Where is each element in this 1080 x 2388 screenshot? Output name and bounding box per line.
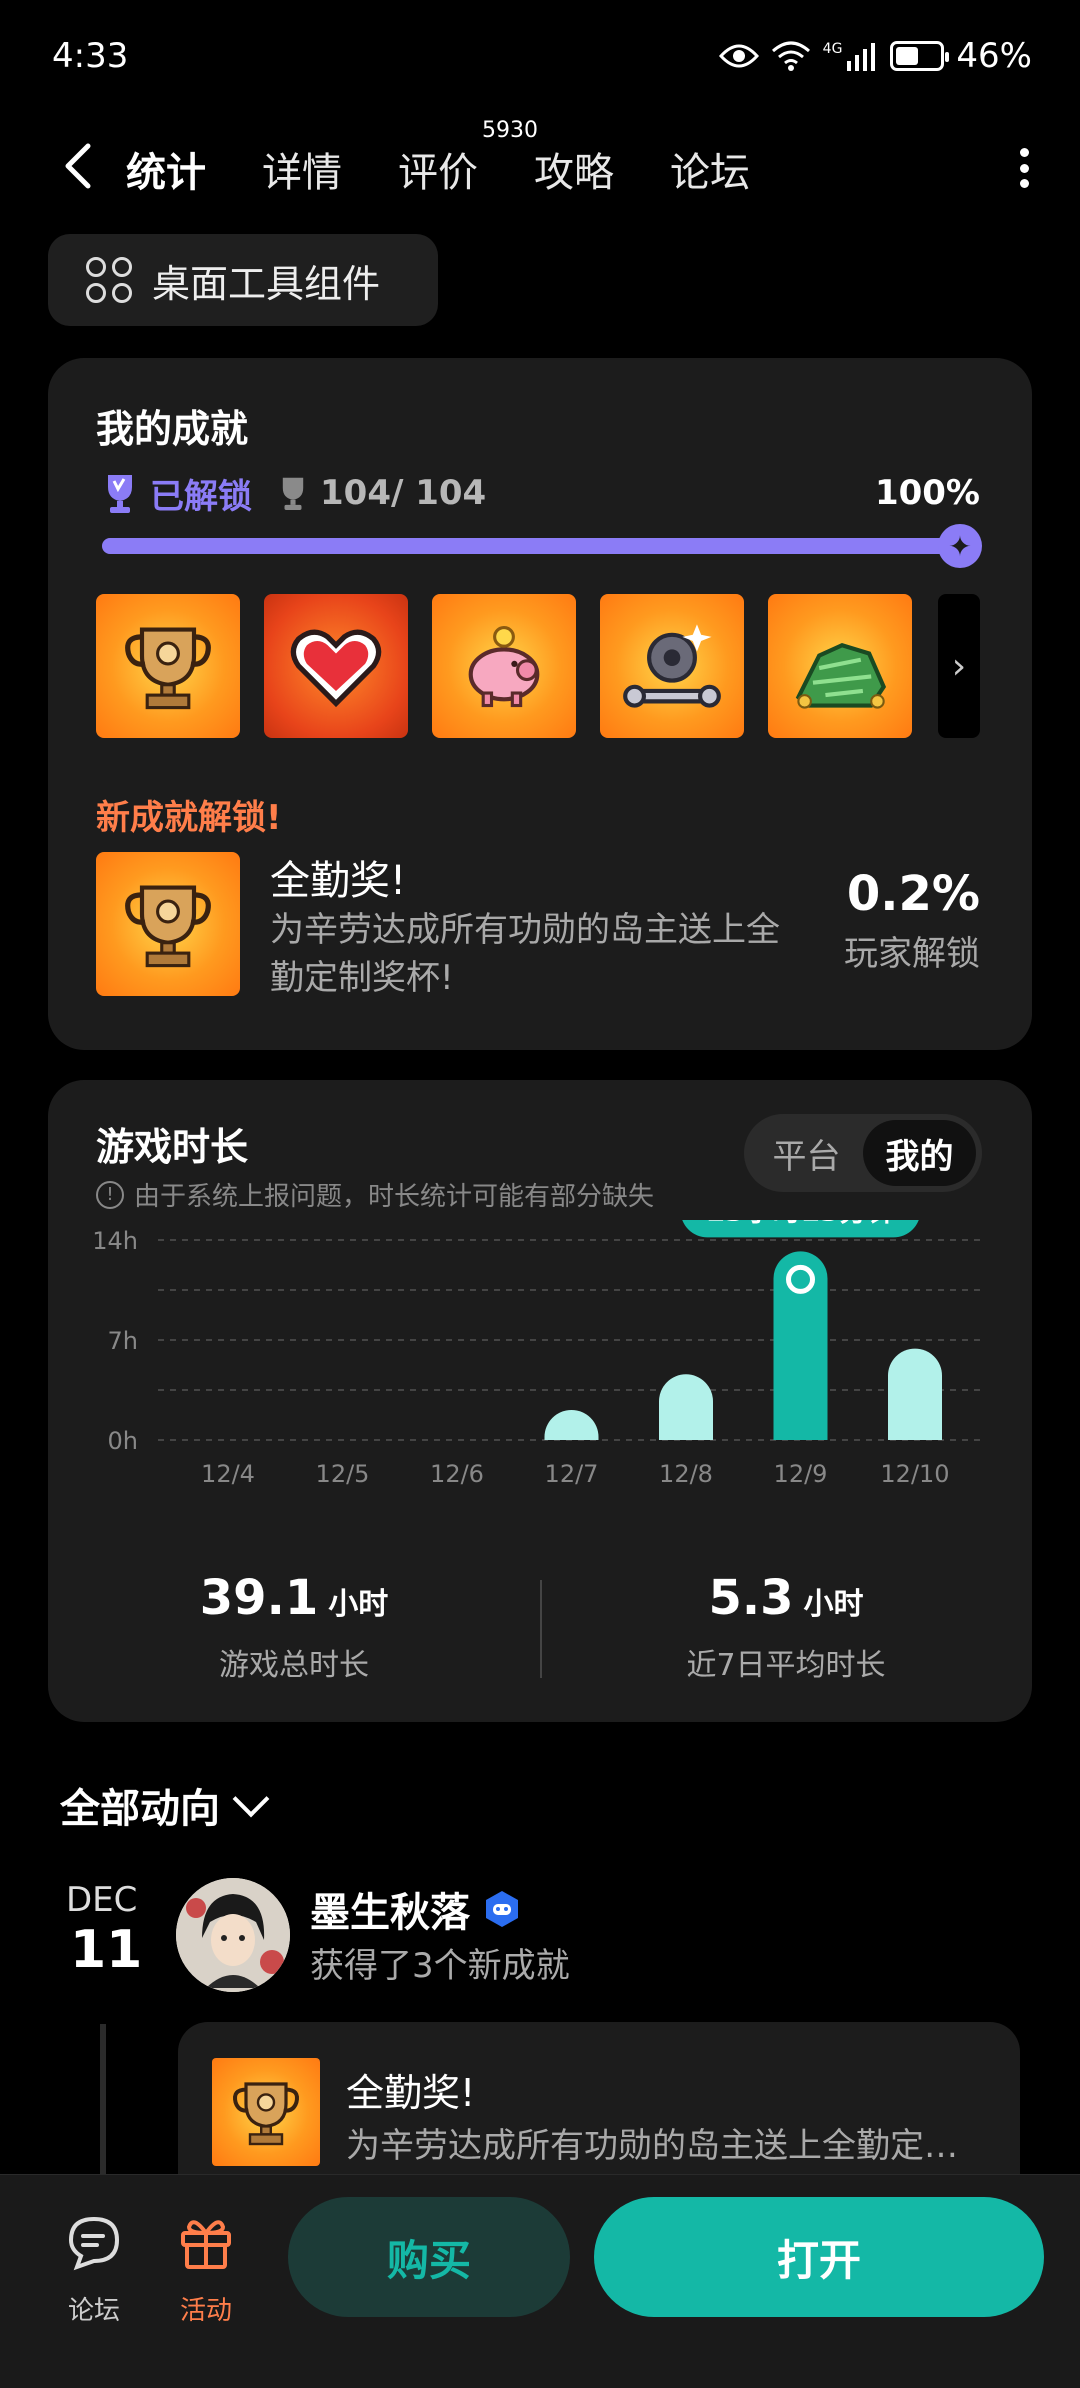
tab-guides[interactable]: 攻略 — [532, 130, 616, 208]
activity-filter[interactable]: 全部动向 — [60, 1776, 270, 1834]
chart-bar — [659, 1374, 713, 1440]
chart-bar — [544, 1410, 599, 1440]
desktop-widget-button[interactable]: 桌面工具组件 — [48, 234, 438, 326]
back-arrow-icon[interactable] — [52, 136, 112, 196]
open-button[interactable]: 打开 — [594, 2197, 1044, 2317]
playtime-title: 游戏时长 — [96, 1125, 249, 1169]
toggle-platform[interactable]: 平台 — [750, 1120, 863, 1186]
status-time: 4:33 — [52, 36, 129, 76]
trophy-icon[interactable] — [96, 594, 240, 738]
tab-forum[interactable]: 论坛 — [668, 130, 752, 208]
y-tick-label: 7h — [108, 1327, 138, 1355]
achievements-title: 我的成就 — [96, 407, 249, 451]
playtime-chart: 0h 7h 14h 12/4 12/5 12/6 12/7 12/8 13小时13分钟 12/9 1… — [92, 1220, 984, 1488]
x-tick-label: 12/6 — [430, 1460, 484, 1488]
chart-tooltip: 13小时13分钟 — [682, 1220, 919, 1238]
chevron-down-icon — [232, 1780, 270, 1818]
user-action: 获得了3个新成就 — [310, 1946, 570, 1986]
money-pile-icon[interactable] — [768, 594, 912, 738]
y-tick-label: 0h — [108, 1427, 138, 1455]
unlocked-trophy-icon — [108, 475, 132, 513]
chart-highlight-dot — [786, 1264, 815, 1294]
tab-stats[interactable]: 统计 — [122, 130, 210, 208]
feed-achievement-desc: 为辛劳达成所有功勋的岛主送上全勤定制奖杯! — [346, 2126, 986, 2166]
gift-icon — [181, 2220, 231, 2269]
new-achievement-name: 全勤奖! — [270, 858, 407, 904]
timeline-line — [100, 2024, 106, 2194]
piggy-bank-icon[interactable] — [432, 594, 576, 738]
x-tick-label: 12/7 — [545, 1460, 599, 1488]
chart-bar — [888, 1348, 942, 1440]
status-bar: 4:33 4G 46% — [0, 0, 1080, 118]
playtime-stats: 39.1 小时 游戏总时长 5.3 小时 近7日平均时长 — [48, 1570, 1032, 1690]
achievement-percent: 100% — [874, 473, 980, 513]
heart-icon[interactable] — [264, 594, 408, 738]
unlocked-label: 已解锁 — [150, 476, 252, 517]
top-nav: 统计 详情 评价 5930 攻略 论坛 — [0, 118, 1080, 218]
unlock-row: 已解锁 104/ 104 100% — [100, 468, 980, 518]
widget-label: 桌面工具组件 — [152, 261, 381, 306]
chevron-right-icon[interactable]: › — [938, 594, 980, 738]
playtime-note: ! 由于系统上报问题，时长统计可能有部分缺失 — [96, 1176, 654, 1213]
wifi-icon — [771, 41, 810, 71]
trophy-icon — [282, 477, 304, 510]
activity-day: 11 — [70, 1920, 143, 1980]
wrench-gear-icon[interactable] — [600, 594, 744, 738]
bottom-forum[interactable]: 论坛 — [54, 2211, 134, 2327]
toggle-mine[interactable]: 我的 — [863, 1120, 976, 1186]
network-label: 4G — [822, 41, 843, 57]
chart-tooltip-text: 13小时13分钟 — [706, 1220, 896, 1227]
tab-details[interactable]: 详情 — [260, 130, 344, 208]
bottom-activity[interactable]: 活动 — [166, 2211, 246, 2327]
trophy-icon — [212, 2058, 320, 2166]
new-achievement-heading: 新成就解锁! — [96, 798, 282, 838]
achievement-progress-bar: ✦ — [102, 524, 982, 568]
new-achievement-percent-label: 玩家解锁 — [844, 934, 980, 974]
bottom-bar: 论坛 活动 购买 打开 — [0, 2174, 1080, 2388]
battery-percent: 46% — [956, 36, 1032, 76]
avatar[interactable] — [176, 1878, 290, 1992]
more-menu-icon[interactable] — [1012, 140, 1036, 196]
activity-month: DEC — [66, 1880, 138, 1920]
sparkle-icon: ✦ — [938, 524, 982, 568]
eye-icon — [718, 44, 759, 68]
buy-button[interactable]: 购买 — [288, 2197, 570, 2317]
user-name[interactable]: 墨生秋落 — [310, 1880, 520, 1938]
x-tick-label: 12/8 — [659, 1460, 713, 1488]
info-icon: ! — [96, 1180, 124, 1209]
widget-grid-icon — [86, 257, 132, 303]
feed-achievement-name: 全勤奖! — [346, 2071, 476, 2115]
tab-reviews[interactable]: 评价 5930 — [396, 118, 538, 208]
playtime-card: 游戏时长 ! 由于系统上报问题，时长统计可能有部分缺失 平台 我的 0h 7h 14… — [48, 1080, 1032, 1722]
nav-tabs: 统计 详情 评价 5930 攻略 论坛 — [122, 118, 804, 208]
review-count-badge: 5930 — [482, 118, 538, 143]
x-tick-label: 12/5 — [316, 1460, 370, 1488]
new-achievement-percent: 0.2% — [846, 866, 980, 922]
signal-icon — [847, 43, 876, 71]
gamepad-badge-icon — [486, 1891, 518, 1927]
x-tick-label: 12/10 — [880, 1460, 949, 1488]
y-tick-label: 14h — [92, 1227, 138, 1255]
achievements-card[interactable]: 我的成就 已解锁 104/ 104 100% ✦ › 新成就解锁! 全勤奖! 为… — [48, 358, 1032, 1050]
stats-divider — [540, 1580, 542, 1678]
achievement-count: 104/ 104 — [320, 473, 487, 513]
status-icons: 4G 46% — [718, 36, 1032, 76]
x-tick-label: 12/9 — [774, 1460, 828, 1488]
total-playtime: 39.1 小时 游戏总时长 — [199, 1570, 389, 1683]
chat-bubble-icon — [68, 2216, 120, 2271]
progress-fill: ✦ — [102, 524, 982, 568]
average-playtime: 5.3 小时 近7日平均时长 — [686, 1570, 886, 1683]
new-achievement-desc: 为辛劳达成所有功勋的岛主送上全勤定制奖杯! — [270, 910, 780, 998]
battery-icon — [890, 41, 950, 71]
x-tick-label: 12/4 — [201, 1460, 255, 1488]
achievement-icons — [96, 594, 912, 738]
playtime-toggle[interactable]: 平台 我的 — [744, 1114, 982, 1192]
trophy-icon[interactable] — [96, 852, 240, 996]
